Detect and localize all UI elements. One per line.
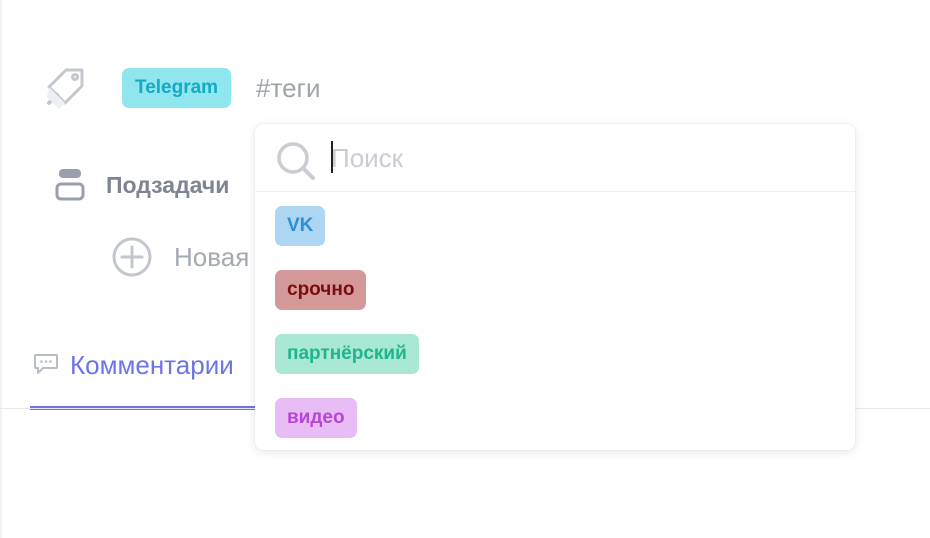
tag-icon xyxy=(47,68,84,109)
tab-comments-label: Комментарии xyxy=(70,350,234,380)
subtasks-icon xyxy=(55,169,85,201)
search-icon xyxy=(277,142,315,180)
tag-option-partner[interactable]: партнёрский xyxy=(275,334,419,374)
tag-option-vk[interactable]: VK xyxy=(275,206,326,246)
text-caret xyxy=(331,141,333,173)
new-subtask-button[interactable]: Новая xyxy=(174,240,249,274)
comment-icon xyxy=(34,354,58,374)
tag-picker-dropdown: VK срочно партнёрский видео xyxy=(255,124,855,450)
task-detail-panel: Telegram #теги Подзадачи Новая Комментар… xyxy=(0,0,930,538)
tag-option-urgent[interactable]: срочно xyxy=(275,270,367,310)
subtasks-heading: Подзадачи xyxy=(106,172,230,198)
tags-input-placeholder[interactable]: #теги xyxy=(256,70,321,106)
panel-left-edge xyxy=(0,0,2,538)
tag-option-video[interactable]: видео xyxy=(275,398,357,438)
tag-search-input[interactable] xyxy=(329,140,831,176)
selected-tag-telegram[interactable]: Telegram xyxy=(122,68,232,108)
plus-circle-icon[interactable] xyxy=(110,235,154,279)
tag-search-row xyxy=(255,124,855,192)
